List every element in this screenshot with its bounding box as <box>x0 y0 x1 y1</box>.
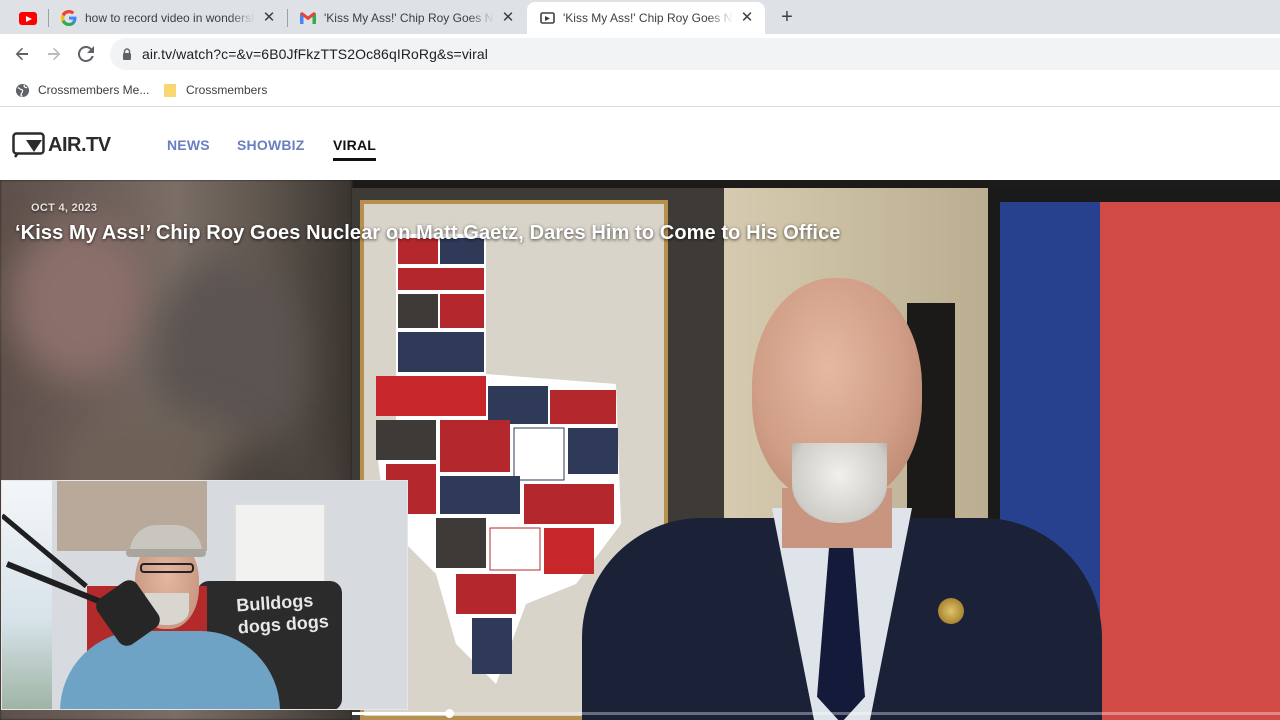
google-icon <box>61 10 77 26</box>
webcam-person-cap-bill <box>126 549 206 557</box>
bookmark-crossmembers-me[interactable]: Crossmembers Me... <box>14 82 149 98</box>
close-icon[interactable]: ✕ <box>261 10 277 26</box>
webcam-overlay[interactable]: Bulldogs dogs dogs <box>1 480 408 710</box>
airtv-logo-icon <box>12 132 45 158</box>
tab-title: how to record video in wondershare <box>85 11 255 25</box>
tab-gmail[interactable]: 'Kiss My Ass!' Chip Roy Goes Nuclear ✕ <box>288 2 526 34</box>
speaker-beard <box>792 443 887 523</box>
bookmark-label: Crossmembers <box>186 83 268 97</box>
tab-title: 'Kiss My Ass!' Chip Roy Goes Nuclear <box>563 11 733 25</box>
site-header: AIR.TV NEWS SHOWBIZ VIRAL <box>0 108 1280 180</box>
reload-icon[interactable] <box>74 42 98 66</box>
airtv-logo[interactable]: AIR.TV <box>12 132 111 158</box>
tab-google-search[interactable]: how to record video in wondershare ✕ <box>49 2 287 34</box>
forward-icon[interactable] <box>42 42 66 66</box>
bookmark-label: Crossmembers Me... <box>38 83 150 97</box>
webcam-window <box>2 481 52 709</box>
video-progress-fill <box>352 712 450 715</box>
gmail-icon <box>300 10 316 26</box>
close-icon[interactable]: ✕ <box>739 10 755 26</box>
video-progress-bar[interactable] <box>352 709 1280 718</box>
url-text: air.tv/watch?c=&v=6B0JfFkzTTS2Oc86qIRoRg… <box>142 46 488 62</box>
webcam-person-glasses <box>140 563 194 573</box>
youtube-icon <box>19 12 37 25</box>
nav-news[interactable]: NEWS <box>167 137 210 153</box>
bookmark-crossmembers-folder[interactable]: Crossmembers <box>162 82 267 98</box>
tab-title: 'Kiss My Ass!' Chip Roy Goes Nuclear <box>324 11 494 25</box>
webcam-chair-text: Bulldogs dogs dogs <box>235 590 330 638</box>
back-icon[interactable] <box>10 42 34 66</box>
close-icon[interactable]: ✕ <box>500 10 516 26</box>
new-tab-button[interactable]: + <box>776 6 798 28</box>
browser-toolbar: air.tv/watch?c=&v=6B0JfFkzTTS2Oc86qIRoRg… <box>0 34 1280 74</box>
tab-youtube[interactable] <box>0 2 48 34</box>
lock-icon <box>123 48 131 60</box>
globe-icon <box>14 82 30 98</box>
video-title: ‘Kiss My Ass!’ Chip Roy Goes Nuclear on … <box>15 222 841 244</box>
logo-text: AIR.TV <box>48 133 111 156</box>
nav-showbiz[interactable]: SHOWBIZ <box>237 137 305 153</box>
folder-icon <box>162 82 178 98</box>
browser-tabstrip: how to record video in wondershare ✕ 'Ki… <box>0 0 1280 34</box>
video-frame <box>352 188 1280 720</box>
bookmarks-bar: Crossmembers Me... Crossmembers <box>0 74 1280 107</box>
tab-airtv-active[interactable]: 'Kiss My Ass!' Chip Roy Goes Nuclear ✕ <box>527 2 765 34</box>
airtv-tab-icon <box>539 10 555 26</box>
address-bar[interactable]: air.tv/watch?c=&v=6B0JfFkzTTS2Oc86qIRoRg… <box>110 38 1280 70</box>
lapel-pin <box>938 598 964 624</box>
video-date: OCT 4, 2023 <box>31 202 98 214</box>
nav-viral[interactable]: VIRAL <box>333 137 376 161</box>
